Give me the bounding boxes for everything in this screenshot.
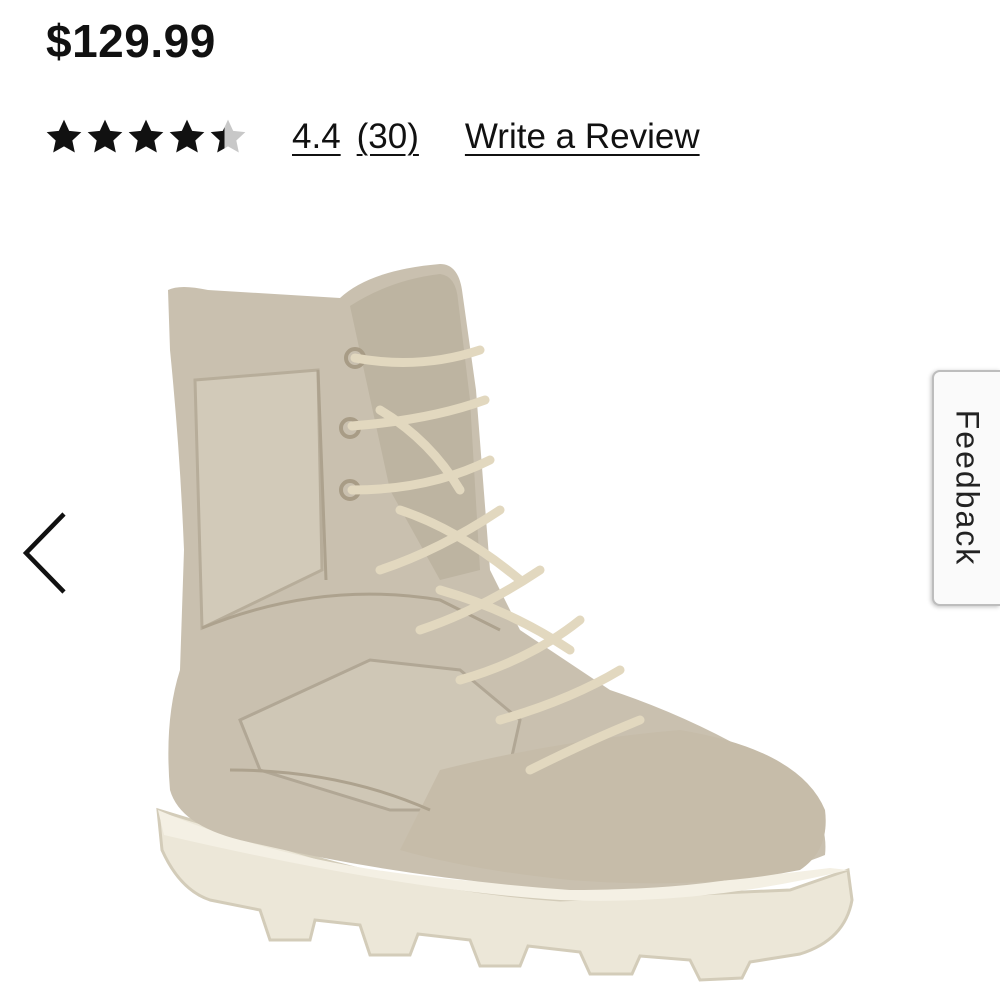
review-count-link[interactable]: (30)	[357, 117, 419, 157]
chevron-left-icon[interactable]	[14, 508, 74, 598]
product-image-carousel[interactable]	[0, 200, 1000, 1000]
product-price: $129.99	[46, 15, 216, 67]
rating-row: 4.4 (30) Write a Review	[44, 110, 700, 164]
star-filled-icon	[128, 119, 164, 153]
star-rating	[44, 117, 248, 157]
product-page: $129.99 4.4 (30) Write a Review Feedback	[0, 0, 1000, 1000]
star-partial-icon	[210, 119, 246, 153]
star-filled-icon	[169, 119, 205, 153]
feedback-tab[interactable]: Feedback	[932, 370, 1000, 606]
rating-value-link[interactable]: 4.4	[292, 117, 341, 157]
product-image	[156, 264, 854, 982]
star-filled-icon	[87, 119, 123, 153]
star-filled-icon	[46, 119, 82, 153]
write-review-link[interactable]: Write a Review	[465, 117, 700, 157]
feedback-label: Feedback	[949, 409, 986, 567]
